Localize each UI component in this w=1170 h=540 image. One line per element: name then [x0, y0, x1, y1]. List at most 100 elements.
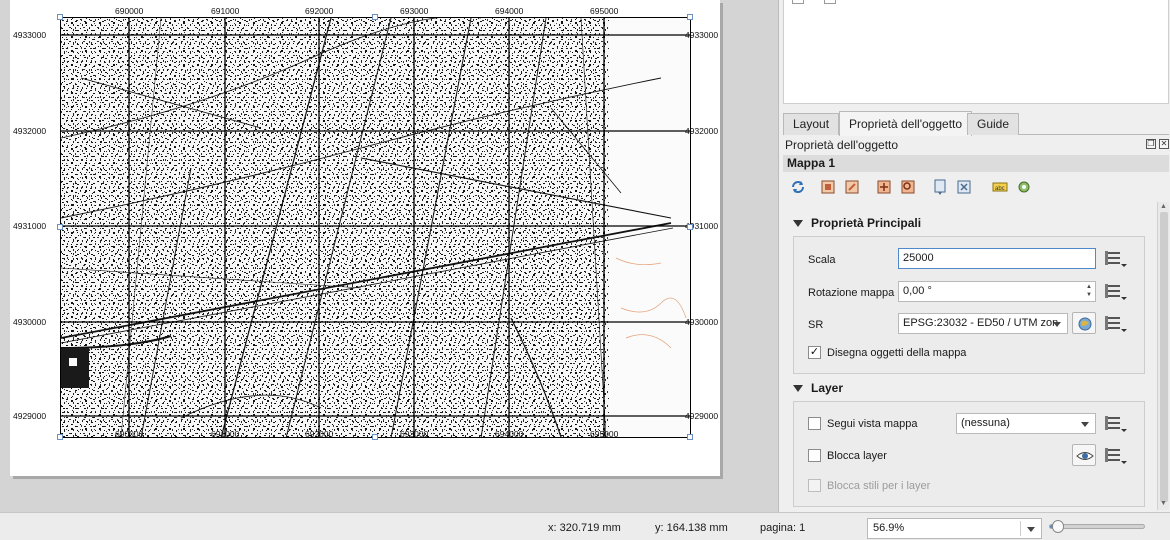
- cursor-y: y: 164.138 mm: [655, 522, 728, 534]
- panel-title: Proprietà dell'oggetto: [785, 138, 899, 152]
- theme-combobox[interactable]: (nessuna): [956, 413, 1096, 434]
- theme-value: (nessuna): [961, 417, 1010, 429]
- grid-label-bottom: 695000: [590, 429, 619, 439]
- grid-label-bottom: 694000: [495, 429, 524, 439]
- scroll-up-icon[interactable]: ▲: [1160, 203, 1167, 210]
- selection-handle[interactable]: [57, 14, 63, 20]
- data-defined-override-icon[interactable]: [1104, 248, 1128, 270]
- item-properties-dock: ..... Layout Proprietà dell'oggetto Guid…: [778, 0, 1170, 512]
- collapse-triangle-icon: [793, 385, 803, 393]
- grid-label-right: 4929000: [685, 411, 719, 421]
- float-panel-icon[interactable]: ❐: [1146, 139, 1156, 149]
- close-panel-icon[interactable]: ✕: [1159, 139, 1169, 149]
- rotation-value: 0,00 °: [903, 285, 932, 297]
- rotation-label: Rotazione mappa: [808, 287, 895, 299]
- eye-icon: [1076, 452, 1094, 460]
- view-extent-icon[interactable]: [843, 178, 861, 196]
- grid-label-top: 693000: [400, 6, 429, 16]
- tab-bar: Layout Proprietà dell'oggetto Guide: [783, 111, 1169, 136]
- data-defined-override-icon[interactable]: [1104, 281, 1128, 303]
- globe-icon: [1078, 317, 1092, 331]
- data-defined-override-icon[interactable]: [1104, 413, 1128, 435]
- selection-handle[interactable]: [687, 14, 693, 20]
- section-main-properties[interactable]: Proprietà Principali: [793, 216, 921, 230]
- topographic-map: [60, 15, 690, 439]
- lock-layers-checkbox[interactable]: [808, 449, 821, 462]
- properties-scroll-area[interactable]: Proprietà Principali Scala 25000 Rotazio…: [783, 202, 1157, 510]
- zoom-value: 56.9%: [873, 522, 905, 534]
- grid-label-top: 690000: [115, 6, 144, 16]
- grid-label-top: 691000: [211, 6, 240, 16]
- crs-combobox[interactable]: EPSG:23032 - ED50 / UTM zon: [898, 313, 1068, 334]
- scale-label: Scala: [808, 254, 836, 266]
- lock-layers-label: Blocca layer: [827, 450, 887, 462]
- selection-handle[interactable]: [372, 14, 378, 20]
- item-lock-checkbox[interactable]: [824, 0, 836, 4]
- main-properties-group: Scala 25000 Rotazione mappa 0,00 ° ▲ ▼ SR …: [793, 236, 1145, 374]
- section-main-properties-title: Proprietà Principali: [811, 216, 922, 230]
- selection-handle[interactable]: [372, 434, 378, 440]
- lock-styles-checkbox[interactable]: [808, 479, 821, 492]
- grid-label-left: 4931000: [13, 221, 47, 231]
- rotation-spinbox[interactable]: 0,00 ° ▲ ▼: [898, 281, 1096, 302]
- grid-label-bottom: 692000: [305, 429, 334, 439]
- grid-label-top: 695000: [590, 6, 619, 16]
- selection-handle[interactable]: [687, 434, 693, 440]
- vertical-scrollbar[interactable]: ▲ ▼: [1157, 202, 1169, 510]
- refresh-icon[interactable]: [789, 178, 807, 196]
- label-icon[interactable]: abc: [991, 178, 1009, 196]
- zoom-slider-handle[interactable]: [1052, 520, 1065, 533]
- cursor-x: x: 320.719 mm: [548, 522, 621, 534]
- selection-handle[interactable]: [57, 434, 63, 440]
- chevron-down-icon: [1053, 322, 1061, 327]
- set-extent-icon[interactable]: [819, 178, 837, 196]
- scale-map-icon[interactable]: [875, 178, 893, 196]
- grid-label-bottom: 693000: [400, 429, 429, 439]
- scroll-down-icon[interactable]: ▼: [1160, 500, 1167, 507]
- grid-label-right: 4930000: [685, 317, 719, 327]
- selection-handle[interactable]: [687, 224, 693, 230]
- spin-arrows-icon[interactable]: ▲ ▼: [1084, 283, 1094, 300]
- grid-label-top: 692000: [305, 6, 334, 16]
- item-toolbar: abc: [787, 176, 1057, 198]
- layout-canvas[interactable]: 690000 691000 692000 693000 694000 695000 6900…: [0, 0, 778, 512]
- tab-guides[interactable]: Guide: [967, 113, 1020, 135]
- item-visible-checkbox[interactable]: [792, 0, 804, 4]
- map-item[interactable]: [60, 15, 691, 439]
- grid-label-bottom: 691000: [211, 429, 240, 439]
- follow-theme-label: Segui vista mappa: [827, 418, 918, 430]
- collapse-triangle-icon: [793, 220, 803, 228]
- map-themes-button[interactable]: [1072, 444, 1096, 466]
- settings-icon[interactable]: [1015, 178, 1033, 196]
- grid-label-right: 4933000: [685, 30, 719, 40]
- data-defined-override-icon[interactable]: [1104, 445, 1128, 467]
- tab-item-properties[interactable]: Proprietà dell'oggetto: [839, 111, 973, 136]
- select-crs-button[interactable]: [1072, 312, 1096, 334]
- section-layer[interactable]: Layer: [793, 381, 843, 395]
- scrollbar-thumb[interactable]: [1160, 212, 1168, 502]
- bookmark-icon[interactable]: [931, 178, 949, 196]
- grid-label-right: 4932000: [685, 126, 719, 136]
- zoom-slider[interactable]: [1049, 520, 1145, 533]
- grid-label-left: 4930000: [13, 317, 47, 327]
- svg-text:abc: abc: [995, 186, 1005, 192]
- items-list[interactable]: [783, 0, 1169, 104]
- zoom-combobox[interactable]: 56.9%: [867, 518, 1042, 539]
- data-defined-override-icon[interactable]: [1104, 313, 1128, 335]
- selection-handle[interactable]: [57, 224, 63, 230]
- page-indicator: pagina: 1: [760, 522, 806, 534]
- lock-styles-label: Blocca stili per i layer: [827, 480, 931, 492]
- chevron-down-icon: [1081, 422, 1089, 427]
- scale-input[interactable]: 25000: [898, 248, 1096, 269]
- section-layer-title: Layer: [811, 381, 844, 395]
- atlas-icon[interactable]: [955, 178, 973, 196]
- draw-items-checkbox[interactable]: ✓: [808, 346, 821, 359]
- status-bar: x: 320.719 mm y: 164.138 mm pagina: 1 56…: [0, 512, 1170, 540]
- grid-label-left: 4932000: [13, 126, 47, 136]
- grid-label-bottom: 690000: [115, 429, 144, 439]
- zoom-map-icon[interactable]: [899, 178, 917, 196]
- grid-label-left: 4933000: [13, 30, 47, 40]
- crs-label: SR: [808, 319, 824, 331]
- follow-theme-checkbox[interactable]: [808, 417, 821, 430]
- tab-layout[interactable]: Layout: [783, 113, 840, 135]
